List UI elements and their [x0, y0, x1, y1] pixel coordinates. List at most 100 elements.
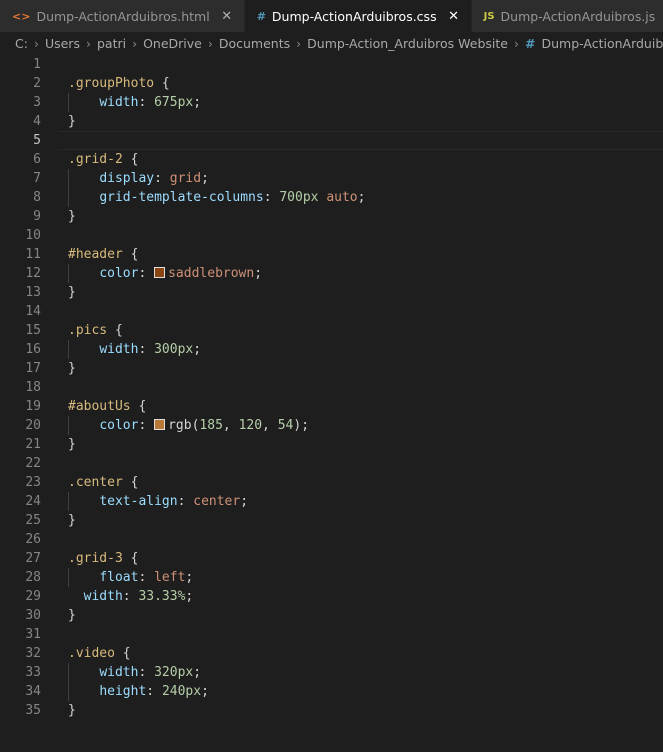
code-line[interactable]: 18: [0, 378, 663, 397]
code-line[interactable]: 34 height: 240px;: [0, 682, 663, 701]
breadcrumb-item[interactable]: OneDrive: [143, 36, 202, 51]
code-line[interactable]: 17}: [0, 359, 663, 378]
code-line[interactable]: 23 .center {: [0, 473, 663, 492]
line-number: 22: [25, 456, 41, 471]
breadcrumb-item[interactable]: Dump-ActionArduibros.css: [541, 36, 663, 51]
line-number: 14: [25, 304, 41, 319]
close-brace: }: [68, 437, 76, 452]
code-line[interactable]: 11 #header {: [0, 245, 663, 264]
tab-html-file[interactable]: <> Dump-ActionArduibros.html ✕: [0, 0, 245, 32]
punctuation: ;: [357, 190, 366, 205]
code-line[interactable]: 24 text-align: center;: [0, 492, 663, 511]
code-line[interactable]: 2 .groupPhoto {: [0, 74, 663, 93]
code-line[interactable]: 21}: [0, 435, 663, 454]
code-text: display: grid;: [68, 169, 209, 188]
color-swatch[interactable]: [154, 267, 166, 278]
code-line[interactable]: 29 width: 33.33%;: [0, 587, 663, 606]
css-selector: .grid-2: [68, 152, 123, 167]
line-number: 15: [25, 323, 41, 338]
line-number: 10: [25, 228, 41, 243]
line-number: 25: [25, 513, 41, 528]
code-line[interactable]: 32 .video {: [0, 644, 663, 663]
code-line[interactable]: 12 color: saddlebrown;: [0, 264, 663, 283]
code-line[interactable]: 28 float: left;: [0, 568, 663, 587]
breadcrumb-item[interactable]: Dump-Action_Arduibros Website: [307, 36, 508, 51]
code-line[interactable]: 1: [0, 55, 663, 74]
chevron-right-icon: ›: [132, 35, 138, 51]
punctuation: ;: [240, 494, 249, 509]
code-line[interactable]: 9}: [0, 207, 663, 226]
code-line[interactable]: 16 width: 300px;: [0, 340, 663, 359]
css-selector: #header: [68, 247, 123, 262]
punctuation: :: [138, 665, 155, 680]
punctuation: :: [138, 418, 155, 433]
breadcrumb-item[interactable]: C:: [15, 36, 28, 51]
punctuation: [68, 665, 99, 680]
code-line[interactable]: 6 .grid-2 {: [0, 150, 663, 169]
punctuation: :: [154, 171, 170, 186]
code-line[interactable]: 5: [0, 131, 663, 150]
tab-css-file[interactable]: # Dump-ActionArduibros.css ✕: [244, 0, 472, 32]
code-line[interactable]: 22: [0, 454, 663, 473]
css-property: float: [99, 570, 139, 585]
breadcrumb-item[interactable]: patri: [97, 36, 126, 51]
code-text: color: rgb(185, 120, 54);: [68, 416, 309, 435]
line-number: 31: [25, 627, 41, 642]
breadcrumb-item[interactable]: Users: [45, 36, 80, 51]
indent-guide: [68, 264, 69, 283]
code-line[interactable]: 13}: [0, 283, 663, 302]
punctuation: [68, 494, 99, 509]
punctuation: :: [146, 684, 162, 699]
punctuation: [68, 266, 99, 281]
code-line[interactable]: 19 #aboutUs {: [0, 397, 663, 416]
code-line[interactable]: 3 width: 675px;: [0, 93, 663, 112]
code-line[interactable]: 25}: [0, 511, 663, 530]
css-number: 54: [277, 418, 294, 433]
close-icon[interactable]: ✕: [220, 9, 234, 24]
css-value: left: [154, 570, 186, 585]
tab-js-file[interactable]: JS Dump-ActionArduibros.js ✕: [471, 0, 663, 32]
code-text: grid-template-columns: 700px auto;: [68, 188, 365, 207]
line-number: 18: [25, 380, 41, 395]
line-number: 9: [33, 209, 41, 224]
code-text: width: 675px;: [68, 93, 201, 112]
punctuation: ;: [301, 418, 310, 433]
code-text: }: [68, 606, 76, 625]
code-line[interactable]: 30}: [0, 606, 663, 625]
line-number: 12: [25, 266, 41, 281]
breadcrumb-item[interactable]: Documents: [219, 36, 290, 51]
code-line[interactable]: 10: [0, 226, 663, 245]
code-line[interactable]: 8 grid-template-columns: 700px auto;: [0, 188, 663, 207]
line-number: 34: [25, 684, 41, 699]
code-text: .pics {: [68, 321, 123, 340]
color-swatch[interactable]: [154, 419, 166, 430]
line-number: 13: [25, 285, 41, 300]
code-line[interactable]: 15 .pics {: [0, 321, 663, 340]
code-text: float: left;: [68, 568, 193, 587]
indent-guide: [68, 416, 69, 435]
punctuation: [68, 171, 99, 186]
punctuation: [68, 342, 99, 357]
punctuation: rgb(: [168, 418, 200, 433]
line-number: 28: [25, 570, 41, 585]
punctuation: :: [122, 589, 139, 604]
code-line[interactable]: 4}: [0, 112, 663, 131]
code-line[interactable]: 7 display: grid;: [0, 169, 663, 188]
line-number: 30: [25, 608, 41, 623]
code-line[interactable]: 31: [0, 625, 663, 644]
code-line[interactable]: 14: [0, 302, 663, 321]
open-brace: {: [114, 646, 131, 661]
css-property: text-align: [99, 494, 178, 509]
close-brace: }: [68, 361, 76, 376]
code-line[interactable]: 33 width: 320px;: [0, 663, 663, 682]
close-icon[interactable]: ✕: [447, 9, 461, 24]
css-property: height: [99, 684, 147, 699]
code-line[interactable]: 35}: [0, 701, 663, 720]
code-line[interactable]: 26: [0, 530, 663, 549]
indent-guide: [68, 188, 69, 207]
chevron-right-icon: ›: [296, 35, 302, 51]
code-editor[interactable]: 1 2 .groupPhoto {3 width: 675px; 4} 5 6 .grid-…: [0, 54, 663, 720]
code-line[interactable]: 27 .grid-3 {: [0, 549, 663, 568]
line-number: 6: [33, 152, 41, 167]
code-line[interactable]: 20 color: rgb(185, 120, 54);: [0, 416, 663, 435]
